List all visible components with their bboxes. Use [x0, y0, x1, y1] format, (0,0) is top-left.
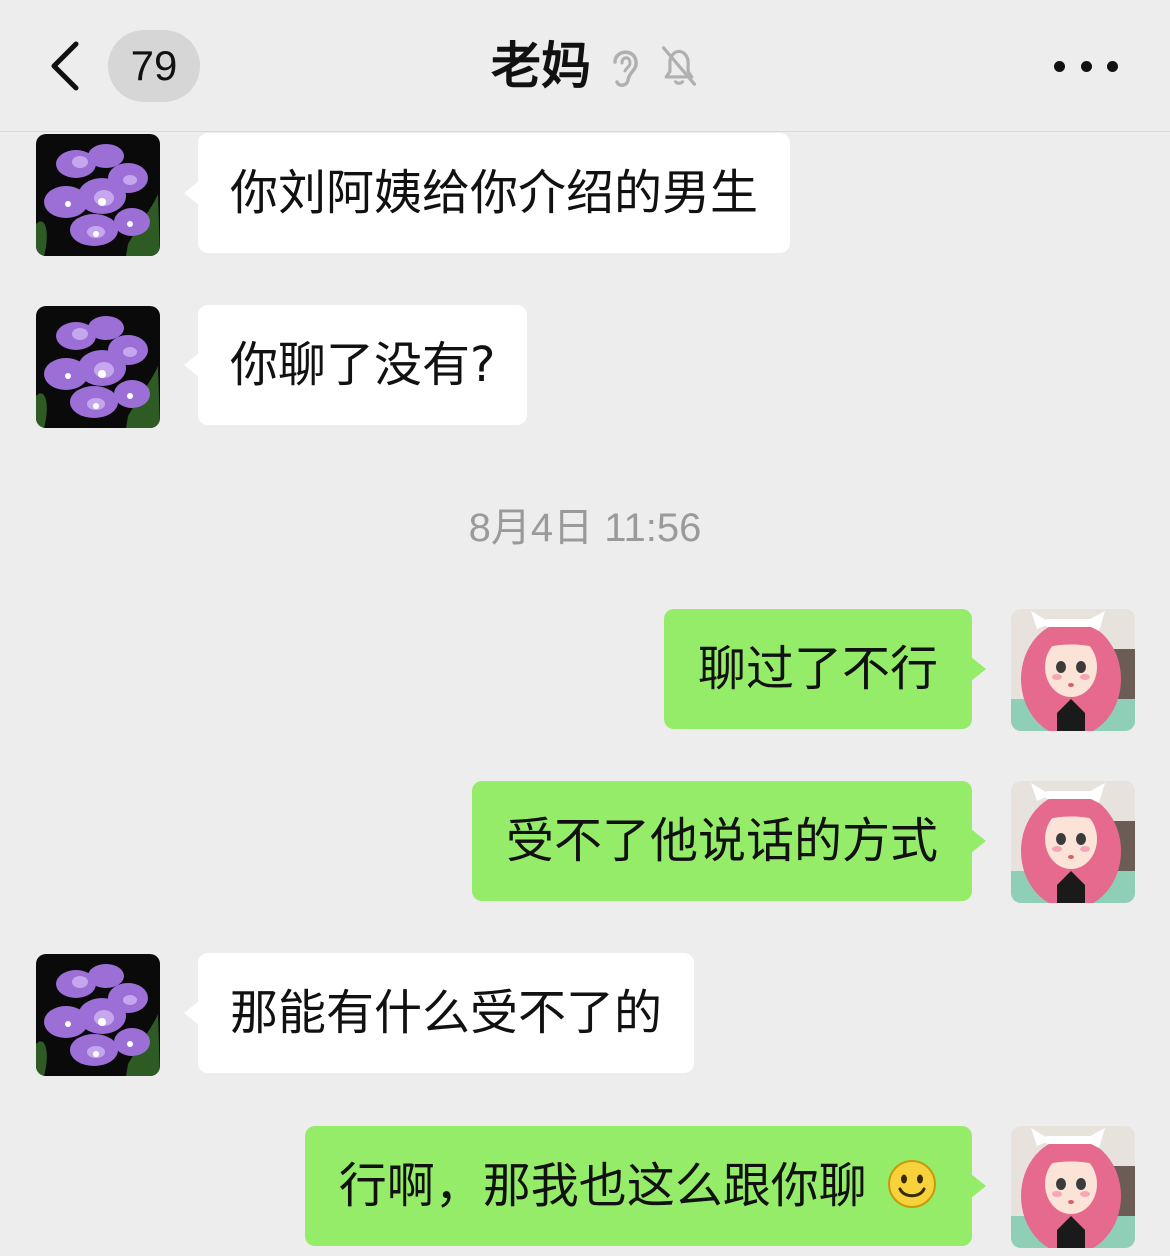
- my-avatar[interactable]: [1011, 609, 1135, 731]
- message-text: 你刘阿姨给你介绍的男生: [230, 165, 759, 221]
- mom-avatar[interactable]: [36, 306, 160, 428]
- message-text: 那能有什么受不了的: [230, 985, 663, 1041]
- message-timestamp: 8月4日 11:56: [468, 506, 702, 550]
- more-button[interactable]: [1054, 46, 1118, 86]
- message-bubble-incoming[interactable]: 你刘阿姨给你介绍的男生: [184, 133, 791, 253]
- title-bar: 老妈: [0, 30, 1170, 102]
- chat-header: 79 老妈: [0, 0, 1170, 132]
- message-text: 行啊，那我也这么跟你聊: [338, 1158, 867, 1214]
- chat-title: 老妈: [491, 37, 591, 95]
- message-text: 聊过了不行: [697, 641, 938, 697]
- more-dots-icon: [1054, 60, 1065, 72]
- message-bubble-outgoing[interactable]: 受不了他说话的方式: [471, 781, 986, 901]
- message-bubble-outgoing[interactable]: 行啊，那我也这么跟你聊: [304, 1126, 986, 1246]
- mom-avatar[interactable]: [36, 954, 160, 1076]
- message-text: 你聊了没有?: [230, 337, 496, 393]
- message-bubble-incoming[interactable]: 那能有什么受不了的: [184, 953, 695, 1073]
- message-bubble-outgoing[interactable]: 聊过了不行: [663, 609, 986, 729]
- bell-slash-icon: [661, 46, 697, 86]
- my-avatar[interactable]: [1011, 781, 1135, 903]
- message-bubble-incoming[interactable]: 你聊了没有?: [184, 305, 528, 425]
- my-avatar[interactable]: [1011, 1126, 1135, 1248]
- smiley-face-icon: [888, 1160, 936, 1208]
- message-text: 受不了他说话的方式: [505, 813, 938, 869]
- ear-icon: [613, 50, 638, 87]
- mom-avatar[interactable]: [36, 134, 160, 256]
